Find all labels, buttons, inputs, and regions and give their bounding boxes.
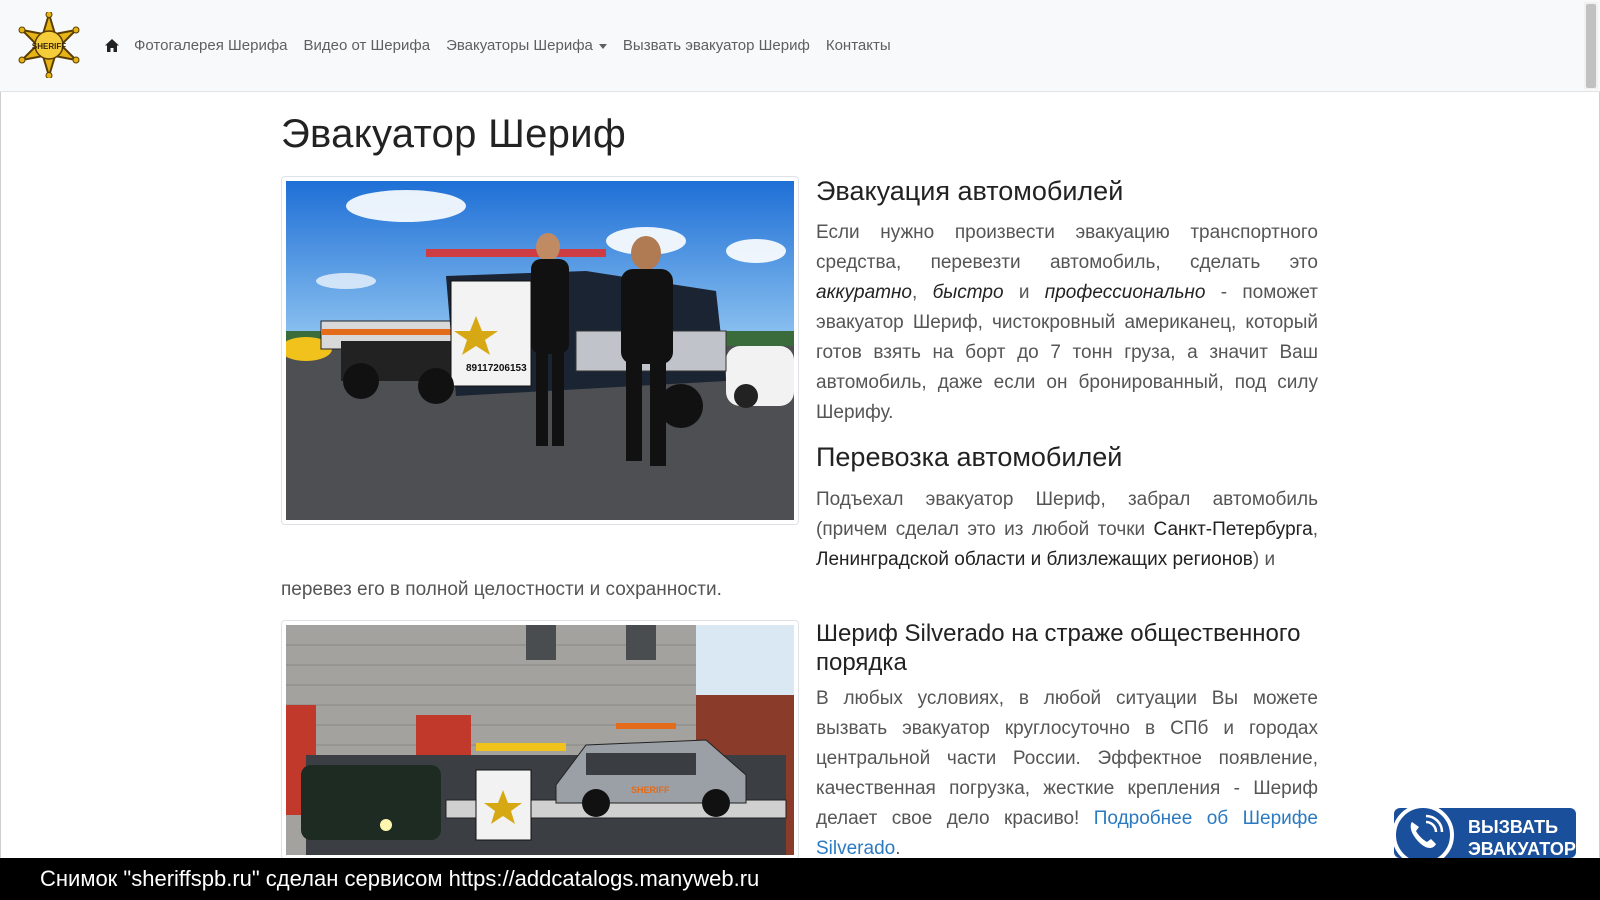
car-livery-text: SHERIFF	[631, 785, 670, 795]
evacuation-sep2: и	[1003, 282, 1045, 303]
photo-silverado-tow-truck[interactable]: SHERIFF	[281, 620, 799, 860]
screenshot-service-banner: Снимок "sheriffspb.ru" сделан сервисом h…	[0, 858, 1600, 900]
page-title: Эвакуатор Шериф	[281, 112, 627, 156]
strong-regions: Ленинградской области и близлежащих реги…	[816, 549, 1253, 570]
call-tow-truck-button[interactable]: ВЫЗВАТЬ ЭВАКУАТОР	[1394, 808, 1576, 858]
truck-plate-text: 89117206153	[466, 363, 527, 374]
sheriff-logo[interactable]: SHERIFF	[16, 10, 82, 80]
paragraph-evacuation: Если нужно произвести эвакуацию транспор…	[816, 218, 1318, 428]
call-button-line1: ВЫЗВАТЬ	[1468, 817, 1559, 837]
evacuation-text-b: - поможет эвакуатор Шериф, чистокровный …	[816, 282, 1319, 423]
transport-text-b: ) и	[1252, 549, 1276, 570]
call-button-line2: ЭВАКУАТОР	[1468, 839, 1576, 858]
em-accurately: аккуратно	[816, 282, 912, 303]
evacuation-sep1: ,	[912, 282, 933, 303]
nav-item-photogallery[interactable]: Фотогалерея Шерифа	[134, 37, 288, 54]
silverado-text-b: .	[895, 838, 901, 859]
paragraph-transport-tail: перевез его в полной целостности и сохра…	[281, 579, 722, 600]
scrollbar-thumb[interactable]	[1586, 4, 1596, 88]
heading-silverado: Шериф Silverado на страже общественного …	[816, 620, 1301, 676]
nav-item-video[interactable]: Видео от Шерифа	[304, 37, 431, 54]
heading-evacuation: Эвакуация автомобилей	[816, 176, 1124, 206]
nav-item-tow-trucks-dropdown[interactable]: Эвакуаторы Шерифа	[446, 37, 607, 54]
em-quickly: быстро	[932, 282, 1004, 303]
top-navbar: SHERIFF Фотогалерея Шерифа Видео от Шери…	[0, 0, 1600, 92]
nav-menu: Фотогалерея Шерифа Видео от Шерифа Эваку…	[104, 0, 907, 91]
em-professionally: профессионально	[1044, 282, 1206, 303]
evacuation-text-a: Если нужно произвести эвакуацию транспор…	[816, 222, 1318, 273]
call-button-label: ВЫЗВАТЬ ЭВАКУАТОР	[1468, 816, 1576, 858]
transport-sep1: ,	[1312, 519, 1318, 540]
nav-item-contacts[interactable]: Контакты	[826, 37, 891, 54]
heading-transport: Перевозка автомобилей	[816, 442, 1123, 472]
phone-icon	[1394, 808, 1454, 858]
logo-text: SHERIFF	[32, 42, 66, 51]
nav-item-tow-trucks-label: Эвакуаторы Шерифа	[446, 37, 593, 54]
nav-item-call-tow[interactable]: Вызвать эвакуатор Шериф	[623, 37, 810, 54]
home-icon[interactable]	[104, 38, 120, 54]
banner-text: Снимок "sheriffspb.ru" сделан сервисом h…	[40, 866, 760, 891]
strong-spb: Санкт-Петербурга	[1153, 519, 1313, 540]
page-frame	[0, 0, 1600, 900]
chevron-down-icon	[598, 43, 607, 49]
paragraph-silverado: В любых условиях, в любой ситуации Вы мо…	[816, 684, 1318, 864]
photo-sheriff-tow-truck[interactable]: 89117206153	[281, 176, 799, 525]
paragraph-transport: Подъехал эвакуатор Шериф, забрал автомоб…	[816, 485, 1318, 575]
